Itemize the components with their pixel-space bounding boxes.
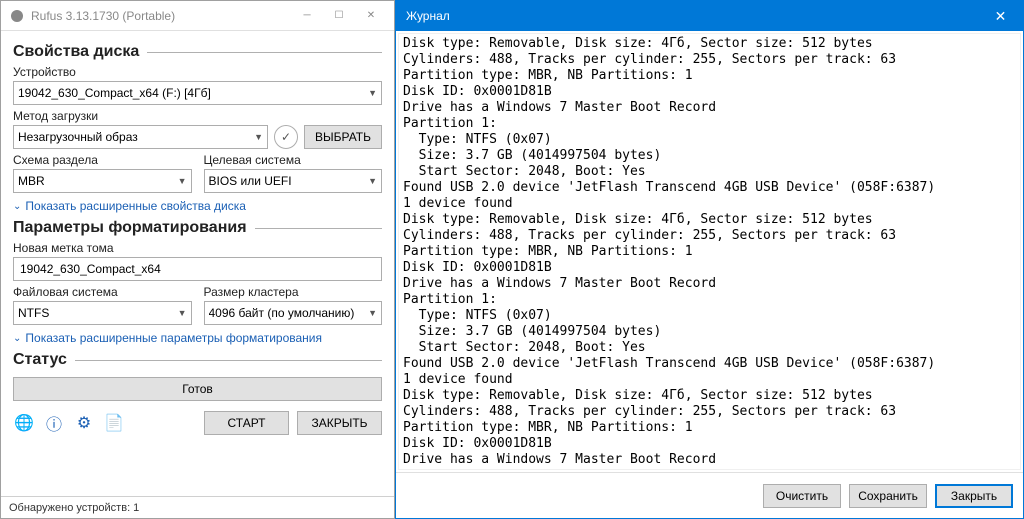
section-status: Статус [13, 351, 382, 369]
close-icon: ✕ [995, 8, 1007, 25]
partition-scheme-select[interactable]: MBR▼ [13, 169, 192, 193]
app-title: Rufus 3.13.1730 (Portable) [31, 9, 292, 23]
advanced-format-toggle[interactable]: ⌄ Показать расширенные параметры формати… [13, 331, 382, 345]
filesystem-select[interactable]: NTFS▼ [13, 301, 192, 325]
log-icon[interactable]: 📄 [103, 412, 125, 434]
volume-label-label: Новая метка тома [13, 241, 382, 255]
target-system-select[interactable]: BIOS или UEFI▼ [204, 169, 383, 193]
chevron-down-icon: ⌄ [13, 333, 21, 344]
clear-log-button[interactable]: Очистить [763, 484, 841, 508]
status-bar: Готов [13, 377, 382, 401]
chevron-down-icon: ▼ [368, 176, 377, 186]
chevron-down-icon: ▼ [254, 132, 263, 142]
minimize-button[interactable]: ─ [292, 5, 322, 27]
chevron-down-icon: ⌄ [13, 201, 21, 212]
close-button-main[interactable]: ЗАКРЫТЬ [297, 411, 382, 435]
select-image-button[interactable]: ВЫБРАТЬ [304, 125, 382, 149]
rufus-window: Rufus 3.13.1730 (Portable) ─ ☐ ✕ Свойств… [0, 0, 395, 519]
target-label: Целевая система [204, 153, 383, 167]
advanced-drive-toggle[interactable]: ⌄ Показать расширенные свойства диска [13, 199, 382, 213]
rufus-titlebar: Rufus 3.13.1730 (Portable) ─ ☐ ✕ [1, 1, 394, 31]
cluster-label: Размер кластера [204, 285, 383, 299]
check-icon: ✓ [281, 130, 291, 144]
volume-label-input[interactable] [13, 257, 382, 281]
chevron-down-icon: ▼ [178, 176, 187, 186]
log-textarea[interactable]: Disk type: Removable, Disk size: 4Гб, Se… [398, 33, 1021, 470]
boot-selection-select[interactable]: Незагрузочный образ▼ [13, 125, 268, 149]
partition-label: Схема раздела [13, 153, 192, 167]
device-select[interactable]: 19042_630_Compact_x64 (F:) [4Гб]▼ [13, 81, 382, 105]
info-icon[interactable]: ⓘ [43, 412, 65, 434]
log-title: Журнал [406, 9, 978, 23]
log-close-button[interactable]: ✕ [978, 1, 1023, 31]
start-button[interactable]: СТАРТ [204, 411, 289, 435]
app-icon [9, 8, 25, 24]
cluster-size-select[interactable]: 4096 байт (по умолчанию)▼ [204, 301, 383, 325]
language-icon[interactable]: 🌐 [13, 412, 35, 434]
log-footer: Очистить Сохранить Закрыть [396, 472, 1023, 518]
maximize-button[interactable]: ☐ [324, 5, 354, 27]
filesystem-label: Файловая система [13, 285, 192, 299]
chevron-down-icon: ▼ [368, 308, 377, 318]
save-log-button[interactable]: Сохранить [849, 484, 927, 508]
section-drive-props: Свойства диска [13, 43, 382, 61]
close-button[interactable]: ✕ [356, 5, 386, 27]
log-titlebar: Журнал ✕ [396, 1, 1023, 31]
chevron-down-icon: ▼ [368, 88, 377, 98]
statusbar: Обнаружено устройств: 1 [1, 496, 394, 518]
log-window: Журнал ✕ Disk type: Removable, Disk size… [395, 0, 1024, 519]
device-label: Устройство [13, 65, 382, 79]
check-iso-button[interactable]: ✓ [274, 125, 298, 149]
chevron-down-icon: ▼ [178, 308, 187, 318]
boot-label: Метод загрузки [13, 109, 268, 123]
close-log-button[interactable]: Закрыть [935, 484, 1013, 508]
settings-icon[interactable]: ⚙ [73, 412, 95, 434]
section-format-opts: Параметры форматирования [13, 219, 382, 237]
